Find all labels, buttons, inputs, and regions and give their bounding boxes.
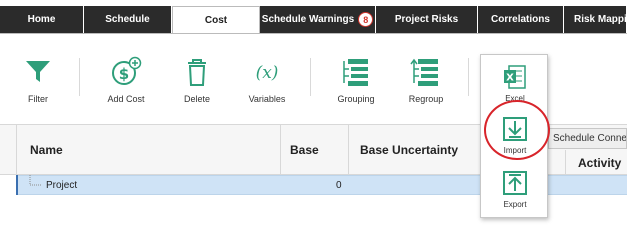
tab-schedule-warnings[interactable]: Schedule Warnings 8 [260, 6, 376, 33]
toolbar-divider [310, 58, 311, 96]
tab-bar-underline [0, 33, 627, 34]
grid-divider [280, 125, 281, 175]
column-header-activity[interactable]: Activity [578, 150, 621, 175]
row-base-cell[interactable]: 0 [336, 175, 342, 195]
tab-schedule[interactable]: Schedule [84, 6, 172, 33]
excel-menu-item[interactable]: X Excel [481, 63, 549, 103]
filter-icon [18, 56, 58, 88]
row-name-cell[interactable]: Project [46, 175, 77, 195]
trash-icon [177, 56, 217, 88]
tab-home-label: Home [27, 14, 56, 25]
column-header-name-label: Name [30, 143, 63, 157]
regroup-icon [406, 56, 446, 88]
grouping-label: Grouping [337, 94, 375, 104]
grouping-icon [336, 56, 376, 88]
grouping-button[interactable]: Grouping [326, 56, 386, 108]
schedule-connect-tab[interactable]: Schedule Connect [548, 128, 627, 149]
filter-button[interactable]: Filter [8, 56, 68, 108]
highlight-circle [484, 100, 550, 160]
tab-schedule-label: Schedule [105, 14, 150, 25]
add-cost-button[interactable]: $ Add Cost [96, 56, 156, 108]
svg-text:$: $ [119, 65, 129, 83]
toolbar-divider [468, 58, 469, 96]
export-icon [503, 171, 527, 195]
regroup-label: Regroup [408, 94, 444, 104]
schedule-connect-label: Schedule Connect [553, 133, 627, 144]
tab-correlations-label: Correlations [491, 14, 550, 25]
row-selection-marker [16, 175, 18, 195]
tree-connector-icon [26, 175, 42, 195]
add-cost-label: Add Cost [107, 94, 145, 104]
tab-bar: Home Schedule Cost Schedule Warnings 8 P… [0, 0, 627, 34]
column-header-base-label: Base [290, 143, 319, 157]
column-header-name[interactable]: Name [30, 125, 63, 175]
excel-icon: X [504, 65, 526, 89]
row-name: Project [46, 179, 78, 191]
regroup-button[interactable]: Regroup [396, 56, 456, 108]
grid-divider [565, 150, 566, 175]
tab-risk-mapping[interactable]: Risk Mapping [564, 6, 627, 33]
export-menu-item[interactable]: Export [481, 169, 549, 209]
add-cost-icon: $ [106, 56, 146, 88]
warnings-count-badge: 8 [358, 12, 374, 27]
tab-risk-mapping-label: Risk Mapping [574, 14, 627, 25]
column-header-activity-label: Activity [578, 155, 622, 170]
column-header-base-uncertainty-label: Base Uncertainty [360, 143, 459, 157]
filter-label: Filter [28, 94, 48, 104]
tab-project-risks[interactable]: Project Risks [376, 6, 478, 33]
row-base-value: 0 [336, 179, 342, 191]
tab-correlations[interactable]: Correlations [478, 6, 564, 33]
tab-cost-label: Cost [204, 15, 228, 26]
column-header-base[interactable]: Base [290, 125, 319, 175]
variables-button[interactable]: (x) Variables [237, 56, 297, 108]
tab-home[interactable]: Home [0, 6, 84, 33]
delete-label: Delete [183, 94, 210, 104]
tab-cost[interactable]: Cost [172, 6, 260, 34]
column-header-base-uncertainty[interactable]: Base Uncertainty [360, 125, 458, 175]
toolbar-divider [79, 58, 80, 96]
variables-label: Variables [248, 94, 286, 104]
delete-button[interactable]: Delete [167, 56, 227, 108]
grid-divider [348, 125, 349, 175]
tab-project-risks-label: Project Risks [394, 14, 459, 25]
svg-text:(x): (x) [256, 63, 279, 83]
export-label: Export [503, 200, 527, 209]
tab-schedule-warnings-label: Schedule Warnings [261, 14, 355, 25]
variables-icon: (x) [247, 56, 287, 88]
svg-text:X: X [506, 73, 514, 84]
